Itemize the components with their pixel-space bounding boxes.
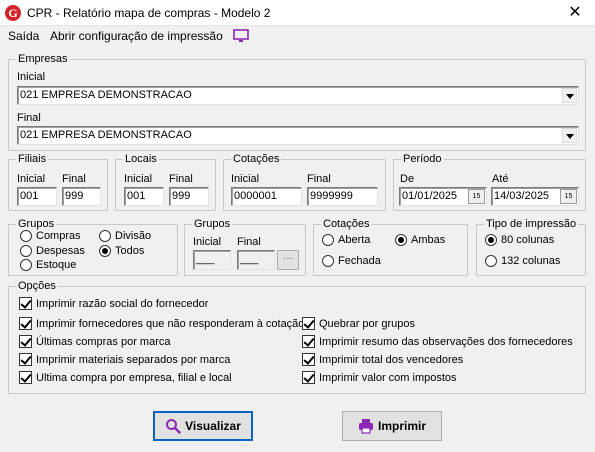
radio-aberta-label: Aberta <box>338 234 371 246</box>
cotacoes-radio-legend: Cotações <box>321 217 372 231</box>
periodo-de-value: 01/01/2025 <box>402 190 458 202</box>
opcao-ultima-compra-empresa-checkbox[interactable] <box>19 371 32 384</box>
periodo-legend: Período <box>401 152 444 166</box>
opcao-fornecedores-nao-responderam-checkbox[interactable] <box>19 317 32 330</box>
grupos-inicial-input[interactable]: ___ <box>193 250 231 270</box>
radio-80-colunas[interactable] <box>485 234 497 246</box>
radio-fechada-label: Fechada <box>338 255 381 267</box>
opcao-resumo-observacoes-checkbox[interactable] <box>302 335 315 348</box>
cotacoes-range-legend: Cotações <box>231 152 282 166</box>
grupos-radio-group: Grupos <box>8 217 178 276</box>
menu-abrir-configuracao[interactable]: Abrir configuração de impressão <box>50 29 223 43</box>
locais-legend: Locais <box>123 152 159 166</box>
locais-inicial-input[interactable]: 001 <box>124 187 164 206</box>
imprimir-button[interactable]: Imprimir <box>342 411 442 441</box>
visualizar-button[interactable]: Visualizar <box>153 411 253 441</box>
empresa-final-select[interactable]: 021 EMPRESA DEMONSTRACAO <box>17 126 579 145</box>
opcao-total-vencedores-label: Imprimir total dos vencedores <box>319 354 464 366</box>
periodo-ate-label: Até <box>492 173 509 185</box>
empresa-inicial-value: 021 EMPRESA DEMONSTRACAO <box>20 89 192 101</box>
cotacoes-final-label: Final <box>307 173 331 185</box>
grupos-range-legend: Grupos <box>192 217 233 231</box>
radio-fechada[interactable] <box>322 255 334 267</box>
radio-divisao[interactable] <box>99 230 111 242</box>
radio-ambas[interactable] <box>395 234 407 246</box>
printer-icon <box>358 419 373 434</box>
close-icon[interactable]: ✕ <box>555 0 595 26</box>
radio-132-colunas-label: 132 colunas <box>501 255 561 267</box>
radio-ambas-label: Ambas <box>411 234 446 246</box>
empresas-legend: Empresas <box>16 52 70 66</box>
opcoes-legend: Opções <box>16 279 58 293</box>
tipo-impressao-legend: Tipo de impressão <box>484 217 579 231</box>
chevron-down-icon[interactable] <box>562 128 577 143</box>
filiais-inicial-label: Inicial <box>17 173 46 185</box>
locais-inicial-label: Inicial <box>124 173 153 185</box>
grupos-final-label: Final <box>237 236 261 248</box>
cotacoes-radio-group: Cotações <box>313 217 468 276</box>
filiais-inicial-input[interactable]: 001 <box>17 187 57 206</box>
ellipsis-button[interactable]: ··· <box>277 250 299 270</box>
search-icon <box>166 419 181 434</box>
imprimir-label: Imprimir <box>377 419 426 433</box>
locais-final-label: Final <box>169 173 193 185</box>
radio-despesas[interactable] <box>20 245 32 257</box>
menu-saida[interactable]: Saída <box>8 29 39 43</box>
tipo-impressao-group: Tipo de impressão <box>476 217 586 276</box>
empresa-inicial-label: Inicial <box>17 71 46 83</box>
grupos-inicial-label: Inicial <box>193 236 222 248</box>
opcao-quebrar-grupos-checkbox[interactable] <box>302 317 315 330</box>
opcao-ultima-compra-empresa-label: Ultima compra por empresa, filial e loca… <box>36 372 232 384</box>
radio-todos[interactable] <box>99 245 111 257</box>
radio-132-colunas[interactable] <box>485 255 497 267</box>
radio-despesas-label: Despesas <box>36 245 85 257</box>
app-logo-icon: G <box>5 5 21 21</box>
radio-divisao-label: Divisão <box>115 230 152 242</box>
empresa-final-value: 021 EMPRESA DEMONSTRACAO <box>20 129 192 141</box>
periodo-ate-input[interactable]: 14/03/2025 15 <box>491 187 579 206</box>
cotacoes-final-input[interactable]: 9999999 <box>307 187 378 206</box>
calendar-icon[interactable]: 15 <box>560 189 577 204</box>
filiais-final-input[interactable]: 999 <box>62 187 101 206</box>
radio-compras-label: Compras <box>36 230 81 242</box>
cotacoes-inicial-label: Inicial <box>231 173 260 185</box>
menu-bar: Saída Abrir configuração de impressão <box>0 26 595 46</box>
radio-todos-label: Todos <box>115 245 145 257</box>
empresa-inicial-select[interactable]: 021 EMPRESA DEMONSTRACAO <box>17 86 579 105</box>
cotacoes-inicial-input[interactable]: 0000001 <box>231 187 302 206</box>
opcao-ultimas-compras-marca-label: Últimas compras por marca <box>36 336 171 348</box>
opcao-materiais-separados-label: Imprimir materiais separados por marca <box>36 354 231 366</box>
opcao-valor-impostos-label: Imprimir valor com impostos <box>319 372 457 384</box>
filiais-final-label: Final <box>62 173 86 185</box>
opcao-fornecedores-nao-responderam-label: Imprimir fornecedores que não respondera… <box>36 318 305 330</box>
opcao-quebrar-grupos-label: Quebrar por grupos <box>319 318 415 330</box>
opcao-ultimas-compras-marca-checkbox[interactable] <box>19 335 32 348</box>
empresa-final-label: Final <box>17 112 41 124</box>
monitor-icon[interactable] <box>233 29 249 43</box>
radio-estoque[interactable] <box>20 259 32 271</box>
title-bar: G CPR - Relatório mapa de compras - Mode… <box>0 0 595 26</box>
periodo-de-input[interactable]: 01/01/2025 15 <box>399 187 487 206</box>
grupos-final-input[interactable]: ___ <box>237 250 275 270</box>
opcao-valor-impostos-checkbox[interactable] <box>302 371 315 384</box>
opcao-resumo-observacoes-label: Imprimir resumo das observações dos forn… <box>319 336 573 348</box>
radio-estoque-label: Estoque <box>36 259 77 271</box>
calendar-icon[interactable]: 15 <box>468 189 485 204</box>
opcao-razao-social-label: Imprimir razão social do fornecedor <box>36 298 209 310</box>
filiais-legend: Filiais <box>16 152 49 166</box>
opcao-materiais-separados-checkbox[interactable] <box>19 353 32 366</box>
visualizar-label: Visualizar <box>185 419 241 433</box>
grupos-radio-legend: Grupos <box>16 217 57 231</box>
opcao-total-vencedores-checkbox[interactable] <box>302 353 315 366</box>
radio-compras[interactable] <box>20 230 32 242</box>
radio-aberta[interactable] <box>322 234 334 246</box>
locais-final-input[interactable]: 999 <box>169 187 209 206</box>
periodo-ate-value: 14/03/2025 <box>494 190 550 202</box>
opcao-razao-social-checkbox[interactable] <box>19 297 32 310</box>
chevron-down-icon[interactable] <box>562 88 577 103</box>
window-title: CPR - Relatório mapa de compras - Modelo… <box>27 6 271 20</box>
radio-80-colunas-label: 80 colunas <box>501 234 555 246</box>
periodo-de-label: De <box>400 173 415 185</box>
